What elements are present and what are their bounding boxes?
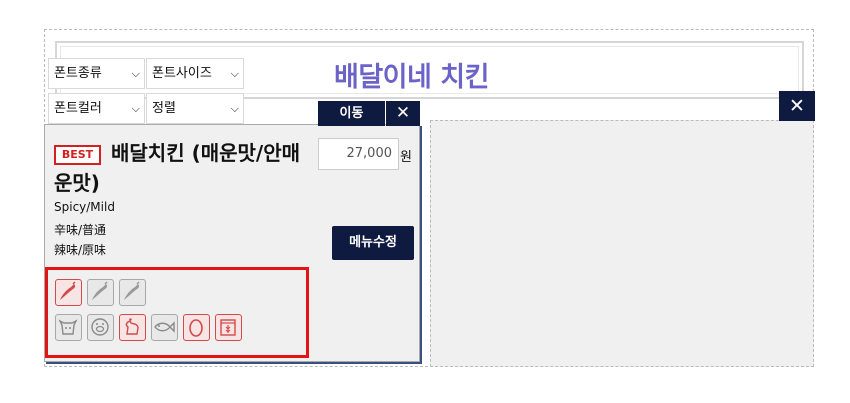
price-input[interactable]: 27,000 bbox=[318, 138, 399, 170]
align-select[interactable]: 정렬 ⌵ bbox=[146, 93, 244, 124]
font-family-select[interactable]: 폰트종류 ⌵ bbox=[48, 58, 145, 89]
font-color-select[interactable]: 폰트컬러 ⌵ bbox=[48, 93, 145, 124]
close-icon: ✕ bbox=[789, 95, 805, 117]
desc-chinese: 辣味/原味 bbox=[54, 243, 107, 257]
close-icon: ✕ bbox=[395, 103, 411, 123]
align-label: 정렬 bbox=[152, 101, 176, 116]
font-family-label: 폰트종류 bbox=[54, 66, 102, 81]
desc-english: Spicy/Mild bbox=[54, 200, 115, 214]
allergen-highlight-frame bbox=[45, 267, 309, 358]
close-slot-button[interactable]: ✕ bbox=[779, 91, 815, 121]
chevron-down-icon: ⌵ bbox=[230, 102, 239, 115]
close-card-button[interactable]: ✕ bbox=[386, 101, 420, 126]
empty-menu-slot[interactable] bbox=[430, 120, 814, 367]
best-badge: BEST bbox=[54, 145, 101, 165]
edit-menu-button[interactable]: 메뉴수정 bbox=[332, 226, 414, 260]
chevron-down-icon: ⌵ bbox=[131, 102, 140, 115]
desc-japanese: 辛味/普通 bbox=[54, 223, 107, 237]
move-button[interactable]: 이동 bbox=[318, 101, 385, 126]
font-size-label: 폰트사이즈 bbox=[152, 66, 212, 81]
currency-label: 원 bbox=[400, 150, 412, 165]
font-color-label: 폰트컬러 bbox=[54, 101, 102, 116]
page-title: 배달이네 치킨 bbox=[334, 62, 489, 93]
font-size-select[interactable]: 폰트사이즈 ⌵ bbox=[146, 58, 244, 89]
chevron-down-icon: ⌵ bbox=[230, 67, 239, 80]
chevron-down-icon: ⌵ bbox=[131, 67, 140, 80]
